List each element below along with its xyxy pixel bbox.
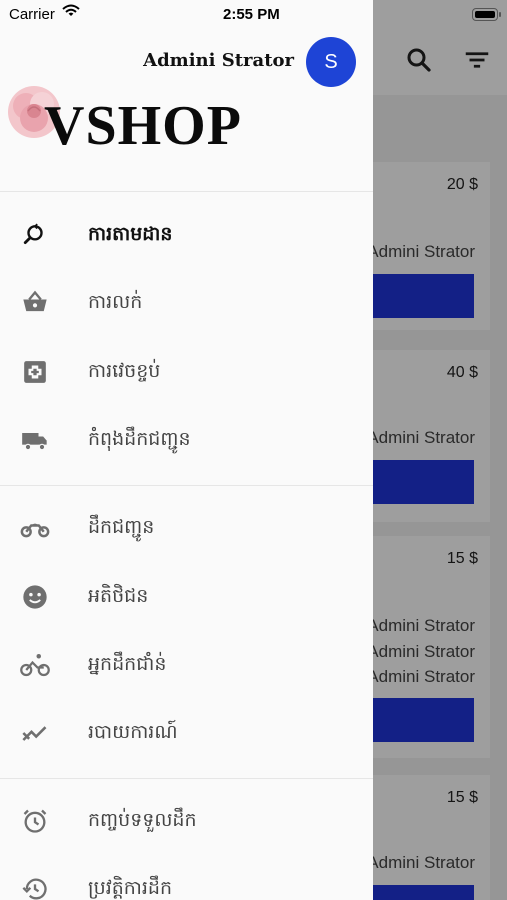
truck-icon <box>20 425 50 455</box>
battery-icon <box>472 8 501 21</box>
menu-item-delivery-history[interactable]: ប្រវត្តិការដឹក <box>0 858 373 900</box>
vshop-logo: VSHOP <box>4 78 241 158</box>
history-icon <box>20 874 50 900</box>
menu-item-label: ការលក់ <box>88 291 143 313</box>
menu-item-label: របាយការណ៍ <box>88 721 178 743</box>
avatar[interactable]: S <box>306 37 356 87</box>
menu-item-label: ការតាមដាន <box>88 223 173 245</box>
search-refresh-icon <box>20 220 50 250</box>
motorcycle-icon <box>20 513 50 543</box>
menu-item-reports[interactable]: របាយការណ៍ <box>0 702 373 762</box>
menu-item-label: អតិថិជន <box>88 585 149 607</box>
basket-icon <box>20 288 50 318</box>
divider <box>0 191 373 192</box>
package-icon <box>20 357 50 387</box>
menu-item-delivery-packages[interactable]: កញ្ចប់ទទួលដឹក <box>0 790 373 850</box>
navigation-drawer: Admini Strator S VSHOP ការតាមដាន ការលក់ <box>0 0 373 900</box>
user-name: Admini Strator <box>143 50 294 71</box>
menu-item-label: កញ្ចប់ទទួលដឹក <box>88 809 197 831</box>
menu-item-delivery[interactable]: ដឹកជញ្ជូន <box>0 497 373 557</box>
logo-text: VSHOP <box>44 95 242 157</box>
bicycle-icon <box>20 650 50 680</box>
menu-item-label: ប្រវត្តិការដឹក <box>88 877 173 899</box>
carrier-label: Carrier <box>9 6 55 23</box>
divider <box>0 485 373 486</box>
customer-face-icon <box>20 582 50 612</box>
wifi-icon <box>62 4 80 18</box>
menu-item-label: អ្នកដឹកជាំន់ <box>88 653 167 675</box>
trending-chart-icon <box>20 718 50 748</box>
status-bar: Carrier 2:55 PM <box>0 0 507 30</box>
menu-item-sales[interactable]: ការលក់ <box>0 272 373 332</box>
menu-item-label: កំពុងដឹកជញ្ជូន <box>88 428 191 450</box>
menu-item-couriers[interactable]: អ្នកដឹកជាំន់ <box>0 634 373 694</box>
clock-time: 2:55 PM <box>223 6 280 23</box>
menu-item-label: ដឹកជញ្ជូន <box>88 516 155 538</box>
menu-item-customers[interactable]: អតិថិជន <box>0 566 373 626</box>
menu-item-label: ការវេចខ្ចប់ <box>88 360 161 382</box>
divider <box>0 778 373 779</box>
menu-item-in-delivery[interactable]: កំពុងដឹកជញ្ជូន <box>0 409 373 469</box>
menu-item-packing[interactable]: ការវេចខ្ចប់ <box>0 341 373 401</box>
menu-item-tracking[interactable]: ការតាមដាន <box>0 204 373 264</box>
alarm-clock-icon <box>20 806 50 836</box>
